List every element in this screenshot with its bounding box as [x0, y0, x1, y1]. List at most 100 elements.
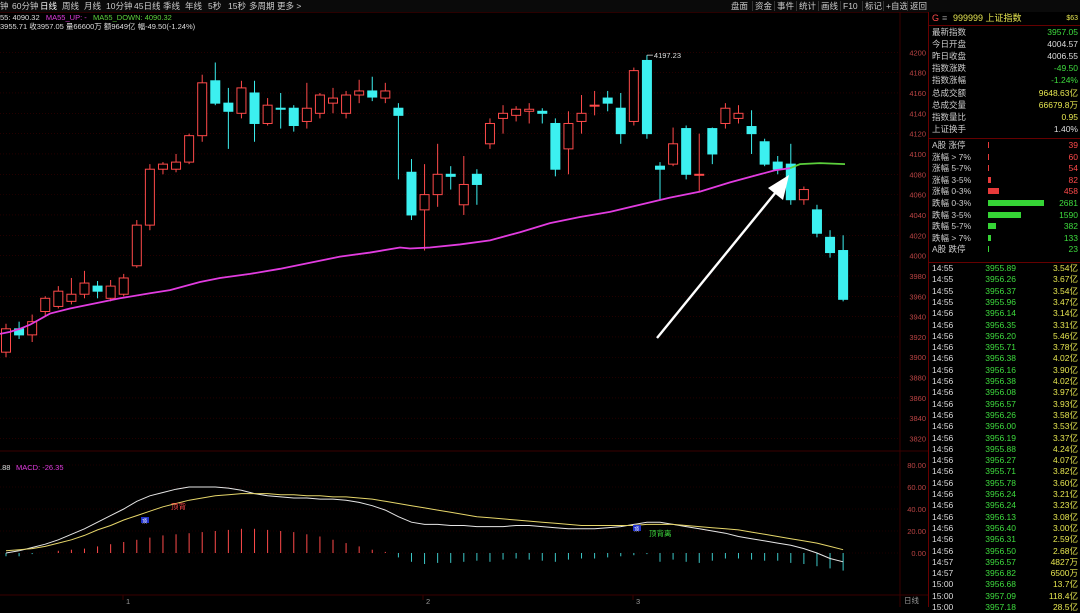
- candle-body: [785, 163, 796, 201]
- toolbar-separator: [840, 1, 841, 11]
- tick-price: 3955.96: [985, 296, 1016, 307]
- period-tab-6[interactable]: 45日线: [134, 0, 160, 12]
- breadth-value: 60: [1068, 151, 1078, 162]
- stat-row: 总成交量 66679.8万: [929, 99, 1080, 111]
- tick-row: 14:56 3956.26 3.58亿: [929, 410, 1080, 421]
- tick-volume: 3.78亿: [1052, 342, 1078, 353]
- y-tick-label: 4200: [909, 48, 926, 57]
- quote-panel: G ≡ 999999 上证指数 $63 最新指数 3957.05 今日开盘 4004.…: [928, 12, 1080, 612]
- candle-body: [628, 70, 639, 122]
- candle-body: [171, 161, 182, 170]
- candle-body: [367, 90, 378, 98]
- tick-volume: 118.4亿: [1048, 590, 1078, 601]
- y-tick-label: 4180: [909, 69, 926, 78]
- candle-body: [236, 87, 247, 114]
- tick-volume: 3.21亿: [1052, 489, 1078, 499]
- candle-body: [602, 97, 613, 104]
- tick-row: 14:56 3956.20 5.46亿: [929, 331, 1080, 342]
- tick-time: 15:00: [932, 602, 954, 612]
- candle-body: [249, 92, 260, 124]
- toolbar-button-4[interactable]: 画线: [821, 0, 838, 12]
- period-tab-9[interactable]: 5秒: [208, 0, 221, 12]
- tick-price: 3955.78: [985, 477, 1016, 488]
- breadth-label: 跌幅 > 7%: [932, 232, 971, 243]
- candle-body: [223, 102, 234, 112]
- toolbar-button-3[interactable]: 统计: [799, 0, 816, 12]
- breadth-value: 82: [1068, 174, 1078, 185]
- macd-tick-label: 40.00: [907, 505, 926, 514]
- candle-body: [393, 107, 404, 116]
- tick-price: 3956.68: [985, 579, 1016, 590]
- tick-row: 14:56 3955.71 3.78亿: [929, 342, 1080, 353]
- tick-price: 3956.31: [985, 534, 1016, 545]
- tick-volume: 4.07亿: [1052, 455, 1078, 466]
- tick-price: 3955.71: [985, 342, 1016, 353]
- tick-price: 3956.57: [985, 556, 1016, 567]
- stat-row: 最新指数 3957.05: [929, 26, 1080, 38]
- period-tab-12[interactable]: 更多 >: [277, 0, 301, 12]
- tick-volume: 3.08亿: [1052, 511, 1078, 522]
- tick-time: 14:56: [932, 376, 954, 386]
- tick-time: 14:55: [932, 274, 954, 285]
- tick-volume: 5.46亿: [1052, 330, 1078, 341]
- tick-row: 14:56 3956.16 3.90亿: [929, 365, 1080, 376]
- candle-body: [157, 163, 168, 170]
- period-tab-7[interactable]: 季线: [163, 0, 180, 12]
- tick-volume: 3.67亿: [1052, 274, 1078, 285]
- candle-body: [498, 112, 509, 119]
- candle-body: [432, 173, 443, 196]
- kline-chart[interactable]: 3820 3840 3860 3880 3900 3920 3940 3960 3980 4000…: [0, 12, 928, 607]
- candle-body: [615, 107, 626, 135]
- top-marker-text-1: 顶: [142, 519, 147, 525]
- breadth-bar: [988, 211, 1021, 218]
- stat-row: 指数量比 0.95: [929, 111, 1080, 123]
- stat-value: 0.95: [1061, 111, 1078, 122]
- menu-icon[interactable]: ≡: [942, 12, 947, 25]
- tick-volume: 3.54亿: [1052, 263, 1078, 273]
- toolbar-button-6[interactable]: 标记: [865, 0, 882, 12]
- candle-body: [759, 141, 770, 165]
- period-tab-8[interactable]: 年线: [185, 0, 202, 12]
- y-tick-label: 4080: [909, 170, 926, 179]
- period-tab-3[interactable]: 周线: [62, 0, 79, 12]
- toolbar-button-7[interactable]: +自选: [886, 0, 908, 12]
- period-tab-11[interactable]: 多周期: [249, 0, 275, 12]
- breadth-row: 跌幅 5-7% 382: [929, 220, 1080, 232]
- period-tab-0[interactable]: 钟: [0, 0, 9, 12]
- toolbar-button-0[interactable]: 盘面: [731, 0, 748, 12]
- breadth-label: A股 涨停: [932, 140, 966, 150]
- tick-time: 15:00: [932, 579, 954, 590]
- toolbar-button-2[interactable]: 事件: [777, 0, 794, 12]
- tick-row: 14:57 3956.82 6500万: [929, 568, 1080, 579]
- candle-body: [550, 122, 561, 170]
- candle-body: [66, 293, 77, 302]
- tick-volume: 3.58亿: [1052, 409, 1078, 420]
- tick-price: 3956.26: [985, 274, 1016, 285]
- period-tab-1[interactable]: 60分钟: [12, 0, 38, 12]
- breadth-label: 涨幅 0-3%: [932, 186, 972, 197]
- tick-volume: 3.60亿: [1052, 477, 1078, 488]
- tick-row: 14:56 3956.38 4.02亿: [929, 353, 1080, 364]
- tick-time: 14:55: [932, 263, 954, 273]
- toolbar-button-5[interactable]: F10: [843, 0, 858, 12]
- tick-price: 3956.38: [985, 353, 1016, 364]
- tick-time: 14:56: [932, 342, 954, 353]
- tick-time: 14:56: [932, 455, 954, 466]
- tick-row: 15:00 3957.09 118.4亿: [929, 591, 1080, 602]
- toolbar-button-1[interactable]: 资金: [755, 0, 772, 12]
- tick-time: 14:56: [932, 330, 954, 341]
- toolbar-button-8[interactable]: 返回: [910, 0, 927, 12]
- y-tick-label: 4100: [909, 150, 926, 159]
- tick-row: 14:56 3956.50 2.68亿: [929, 546, 1080, 557]
- tick-row: 14:55 3955.89 3.54亿: [929, 263, 1080, 274]
- period-tab-10[interactable]: 15秒: [228, 0, 246, 12]
- bottom-tab-daily[interactable]: 日线: [904, 595, 919, 607]
- macd-dif-line: [5, 486, 844, 563]
- toolbar-separator: [862, 1, 863, 11]
- y-tick-label: 4060: [909, 191, 926, 200]
- period-tab-5[interactable]: 10分钟: [106, 0, 132, 12]
- tick-price: 3955.89: [985, 263, 1016, 273]
- period-tab-2[interactable]: 日线: [40, 0, 57, 12]
- tick-row: 14:56 3956.31 2.59亿: [929, 534, 1080, 545]
- period-tab-4[interactable]: 月线: [84, 0, 101, 12]
